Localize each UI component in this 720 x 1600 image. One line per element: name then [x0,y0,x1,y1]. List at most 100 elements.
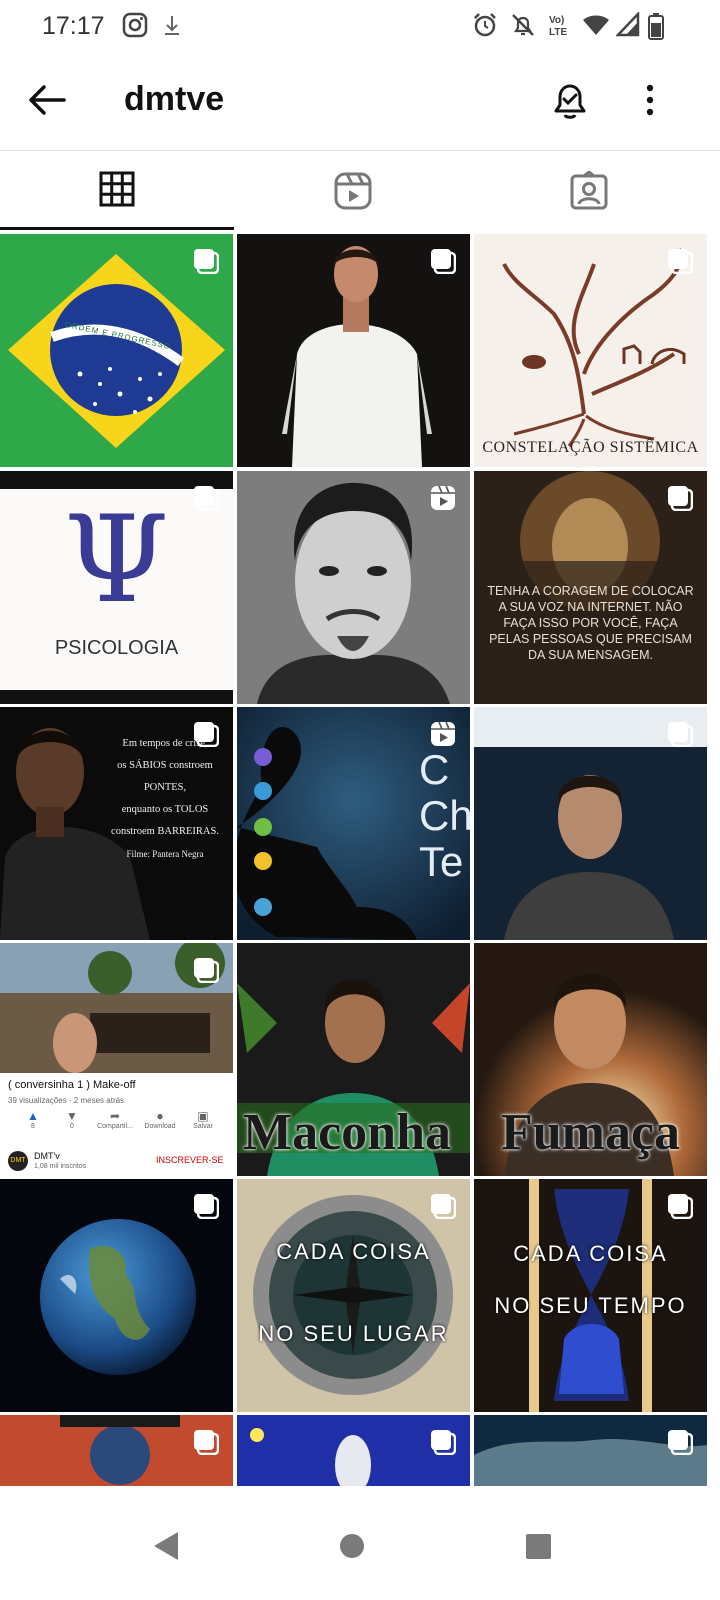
post-earth[interactable] [0,1179,233,1412]
post-partial-3[interactable] [474,1415,707,1486]
multiple-posts-icon [194,1430,219,1455]
multiple-posts-icon [194,722,219,747]
tab-grid[interactable] [0,151,240,229]
nav-home-icon[interactable] [322,1516,382,1576]
post-chakras[interactable]: C Ch Te [237,707,470,940]
psicologia-caption: PSICOLOGIA [54,637,179,659]
tagged-user-icon [570,171,608,210]
multiple-posts-icon [668,249,693,274]
reel-icon [431,721,455,746]
page-title: dmtve [124,80,225,118]
bell-check-icon[interactable] [548,78,592,122]
post-partial-2[interactable] [237,1415,470,1486]
share-label: Compartil... [97,1123,133,1130]
download-action[interactable]: ● Download [140,1109,180,1130]
dislike-count: 0 [70,1123,74,1130]
post-compass[interactable]: CADA COISA NO SEU LUGAR [237,1179,470,1412]
compass-line-2: NO SEU LUGAR [258,1321,449,1346]
grid-icon [99,171,135,207]
like-action[interactable]: ▲ 8 [18,1109,48,1130]
quote-line: enquanto os TOLOS [121,804,209,815]
svg-text:LTE: LTE [549,27,567,38]
post-pantera-negra[interactable]: Em tempos de crise, os SÁBIOS constroem … [0,707,233,940]
volte-icon: Vo)LTE [549,15,567,38]
hourglass-line-1: CADA COISA [513,1241,668,1266]
post-partial-1[interactable] [0,1415,233,1486]
save-icon: ▣ [197,1109,209,1123]
post-lion-quote[interactable]: TENHA A CORAGEM DE COLOCAR A SUA VOZ NA … [474,471,707,704]
status-time: 17:17 [42,12,105,40]
channel-name: DMT'v [34,1151,60,1161]
post-fumaca[interactable]: Fumaça [474,943,707,1176]
nav-recents-icon[interactable] [508,1516,568,1576]
nav-back-icon[interactable] [136,1516,196,1576]
post-youtube-makeoff[interactable]: ( conversinha 1 ) Make-off 39 visualizaç… [0,943,233,1176]
reels-icon [334,172,372,210]
like-icon: ▲ [27,1109,39,1123]
video-meta: 39 visualizações · 2 meses atrás [8,1096,125,1105]
multiple-posts-icon [431,1430,456,1455]
multiple-posts-icon [194,249,219,274]
system-nav-bar [0,1486,720,1600]
multiple-posts-icon [194,486,219,511]
status-bar: 17:17 Vo) LTE [0,0,720,52]
profile-header: dmtve [0,52,720,150]
tab-tagged[interactable] [480,151,720,229]
battery-icon [648,13,664,40]
post-portrait-bw[interactable] [237,471,470,704]
multiple-posts-icon [668,722,693,747]
svg-text:Vo): Vo) [549,15,564,26]
post-flag-brazil[interactable]: ORDEM E PROGRESSO [0,234,233,467]
constelacao-caption: CONSTELAÇÃO SISTÊMICA [482,439,699,456]
multiple-posts-icon [668,1194,693,1219]
video-title: ( conversinha 1 ) Make-off [8,1079,136,1091]
tab-indicator [0,227,234,230]
video-actions: ▲ 8 ▼ 0 ➦ Compartil... ● Download ▣ Salvar [0,1109,233,1141]
mute-icon [512,14,534,36]
post-constelacao[interactable]: CONSTELAÇÃO SISTÊMICA [474,234,707,467]
chakras-title: C Ch Te [419,746,470,885]
multiple-posts-icon [668,486,693,511]
arrow-left-icon[interactable] [26,78,70,122]
download-icon [165,16,179,35]
lion-quote-text: TENHA A CORAGEM DE COLOCAR A SUA VOZ NA … [487,584,694,662]
channel-subs: 1,08 mil inscritos [34,1163,87,1170]
save-action[interactable]: ▣ Salvar [185,1109,221,1130]
fumaca-caption: Fumaça [500,1104,681,1161]
pantera-quote: Em tempos de crise, os SÁBIOS constroem … [100,733,230,865]
save-label: Salvar [193,1123,213,1130]
wifi-icon [583,15,609,35]
bottom-bar [0,690,233,704]
multiple-posts-icon [194,958,219,983]
post-video-call[interactable] [474,707,707,940]
signal-icon [616,12,640,37]
quote-line: os SÁBIOS constroem PONTES, [117,760,213,793]
post-psicologia[interactable]: Ψ PSICOLOGIA [0,471,233,704]
post-hourglass[interactable]: CADA COISA NO SEU TEMPO [474,1179,707,1412]
share-icon: ➦ [109,1109,121,1123]
instagram-icon [122,12,148,38]
multiple-posts-icon [194,1194,219,1219]
multiple-posts-icon [431,249,456,274]
profile-tabs [0,151,720,230]
share-action[interactable]: ➦ Compartil... [92,1109,138,1130]
dislike-action[interactable]: ▼ 0 [57,1109,87,1130]
like-count: 8 [31,1123,35,1130]
tab-reels[interactable] [240,151,480,229]
alarm-icon [474,13,496,37]
reel-icon [431,485,455,510]
multiple-posts-icon [668,1430,693,1455]
multiple-posts-icon [431,1194,456,1219]
psi-symbol: Ψ [63,491,170,630]
more-vertical-icon[interactable] [630,78,670,122]
compass-line-1: CADA COISA [276,1239,431,1264]
quote-source: Filme: Pantera Negra [126,849,204,859]
post-maconha[interactable]: Maconha [237,943,470,1176]
dislike-icon: ▼ [66,1109,78,1123]
download-icon: ● [156,1109,164,1123]
channel-avatar: DMT [8,1151,28,1171]
subscribe-button[interactable]: INSCREVER-SE [156,1155,224,1165]
post-man-white-shirt[interactable] [237,234,470,467]
hourglass-line-2: NO SEU TEMPO [494,1293,687,1318]
posts-grid: ORDEM E PROGRESSO CONSTELAÇÃO SISTÊMICA … [0,234,720,1486]
